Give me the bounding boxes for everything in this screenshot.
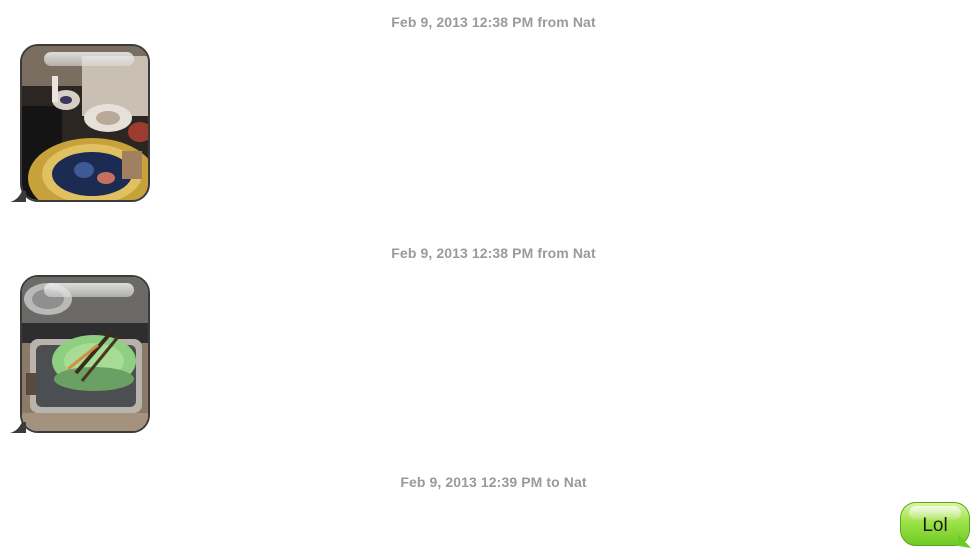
sent-bubble-tail-icon [958,534,971,548]
received-photo-sink-dishes[interactable] [20,275,150,433]
received-photo-dishes-table[interactable] [20,44,150,202]
bubble-gloss [44,52,134,66]
bubble-gloss [44,283,134,297]
sent-message-text: Lol [922,515,948,536]
message-timestamp: Feb 9, 2013 12:38 PM from Nat [391,14,596,30]
photo-image [22,46,148,200]
message-timestamp: Feb 9, 2013 12:38 PM from Nat [391,245,596,261]
bubble-tail-icon [10,422,26,433]
photo-image [22,277,148,431]
message-timestamp: Feb 9, 2013 12:39 PM to Nat [400,474,587,490]
bubble-tail-icon [10,191,26,202]
